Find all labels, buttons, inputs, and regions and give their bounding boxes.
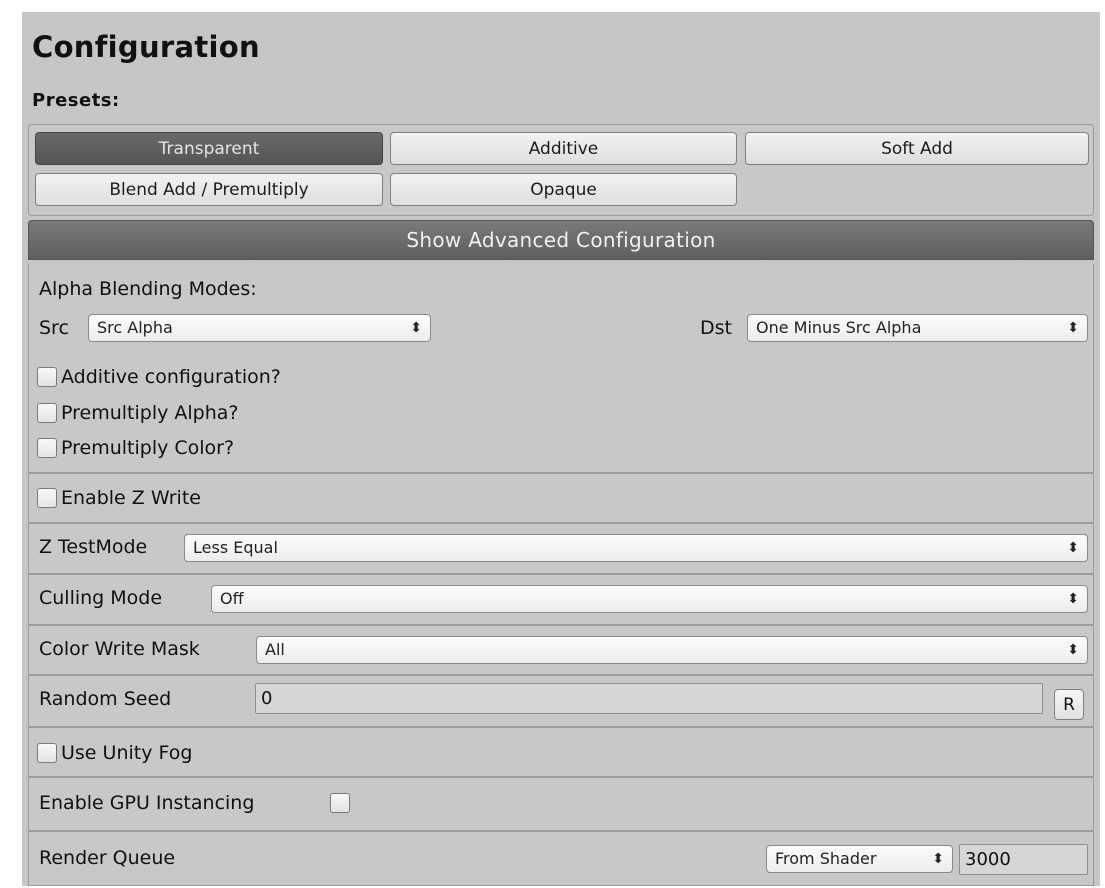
z-test-mode-label: Z TestMode [39,536,148,558]
premultiply-color-checkbox[interactable]: Premultiply Color? [37,435,234,461]
alpha-blending-heading: Alpha Blending Modes: [39,278,257,300]
z-write-section: Enable Z Write [29,474,1093,524]
color-write-mask-select[interactable]: All ⬍ [256,636,1088,664]
z-test-mode-select[interactable]: Less Equal ⬍ [184,534,1088,562]
checkbox-box[interactable] [37,403,57,423]
culling-section: Culling Mode Off ⬍ [29,575,1093,626]
render-queue-mode-value: From Shader [775,849,877,868]
random-seed-reset-button[interactable]: R [1054,689,1084,720]
preset-opaque-button[interactable]: Opaque [390,173,737,206]
color-write-mask-section: Color Write Mask All ⬍ [29,626,1093,676]
culling-mode-select[interactable]: Off ⬍ [211,585,1088,613]
updown-arrow-icon: ⬍ [1067,642,1079,658]
unity-fog-section: Use Unity Fog [29,728,1093,778]
additive-configuration-checkbox[interactable]: Additive configuration? [37,364,281,390]
preset-transparent-button[interactable]: Transparent [35,132,383,165]
gpu-instancing-section: Enable GPU Instancing [29,778,1093,832]
use-unity-fog-checkbox[interactable]: Use Unity Fog [37,740,192,766]
src-label: Src [39,317,69,339]
updown-arrow-icon: ⬍ [1067,591,1079,607]
dst-blend-value: One Minus Src Alpha [756,318,922,337]
presets-label: Presets: [32,90,120,111]
culling-mode-label: Culling Mode [39,587,163,609]
configuration-panel: Configuration Presets: Transparent Addit… [22,12,1100,886]
premultiply-color-label: Premultiply Color? [61,437,235,459]
premultiply-alpha-checkbox[interactable]: Premultiply Alpha? [37,400,239,426]
checkbox-box[interactable] [37,488,57,508]
updown-arrow-icon: ⬍ [1067,320,1079,336]
checkbox-box[interactable] [37,438,57,458]
checkbox-box[interactable] [37,367,57,387]
show-advanced-configuration-button[interactable]: Show Advanced Configuration [28,220,1094,260]
checkbox-box[interactable] [37,743,57,763]
random-seed-section: Random Seed 0 R [29,676,1093,728]
render-queue-label: Render Queue [39,847,176,869]
color-write-mask-label: Color Write Mask [39,638,200,660]
preset-soft-add-button[interactable]: Soft Add [745,132,1089,165]
culling-mode-value: Off [220,589,244,608]
additive-configuration-label: Additive configuration? [61,366,281,388]
use-unity-fog-label: Use Unity Fog [61,742,193,764]
preset-additive-button[interactable]: Additive [390,132,737,165]
alpha-blending-section: Alpha Blending Modes: Src Src Alpha ⬍ Ds… [29,264,1093,474]
enable-gpu-instancing-label: Enable GPU Instancing [39,792,255,814]
random-seed-label: Random Seed [39,688,172,710]
enable-gpu-instancing-checkbox[interactable] [330,793,350,813]
src-blend-value: Src Alpha [97,318,173,337]
color-write-mask-value: All [265,640,285,659]
enable-z-write-label: Enable Z Write [61,487,201,509]
z-test-mode-value: Less Equal [193,538,278,557]
src-blend-select[interactable]: Src Alpha ⬍ [88,314,431,342]
presets-group: Transparent Additive Soft Add Blend Add … [28,124,1094,216]
random-seed-input[interactable]: 0 [255,683,1043,714]
dst-label: Dst [700,317,732,339]
preset-blend-add-premultiply-button[interactable]: Blend Add / Premultiply [35,173,383,206]
advanced-configuration-body: Alpha Blending Modes: Src Src Alpha ⬍ Ds… [28,264,1094,886]
render-queue-mode-select[interactable]: From Shader ⬍ [766,845,953,873]
page-title: Configuration [32,30,260,64]
premultiply-alpha-label: Premultiply Alpha? [61,402,239,424]
updown-arrow-icon: ⬍ [1067,540,1079,556]
updown-arrow-icon: ⬍ [932,851,944,867]
render-queue-section: Render Queue From Shader ⬍ 3000 [29,832,1093,886]
dst-blend-select[interactable]: One Minus Src Alpha ⬍ [747,314,1088,342]
z-test-section: Z TestMode Less Equal ⬍ [29,524,1093,575]
updown-arrow-icon: ⬍ [410,320,422,336]
enable-z-write-checkbox[interactable]: Enable Z Write [37,485,201,511]
render-queue-value-input[interactable]: 3000 [959,844,1088,875]
